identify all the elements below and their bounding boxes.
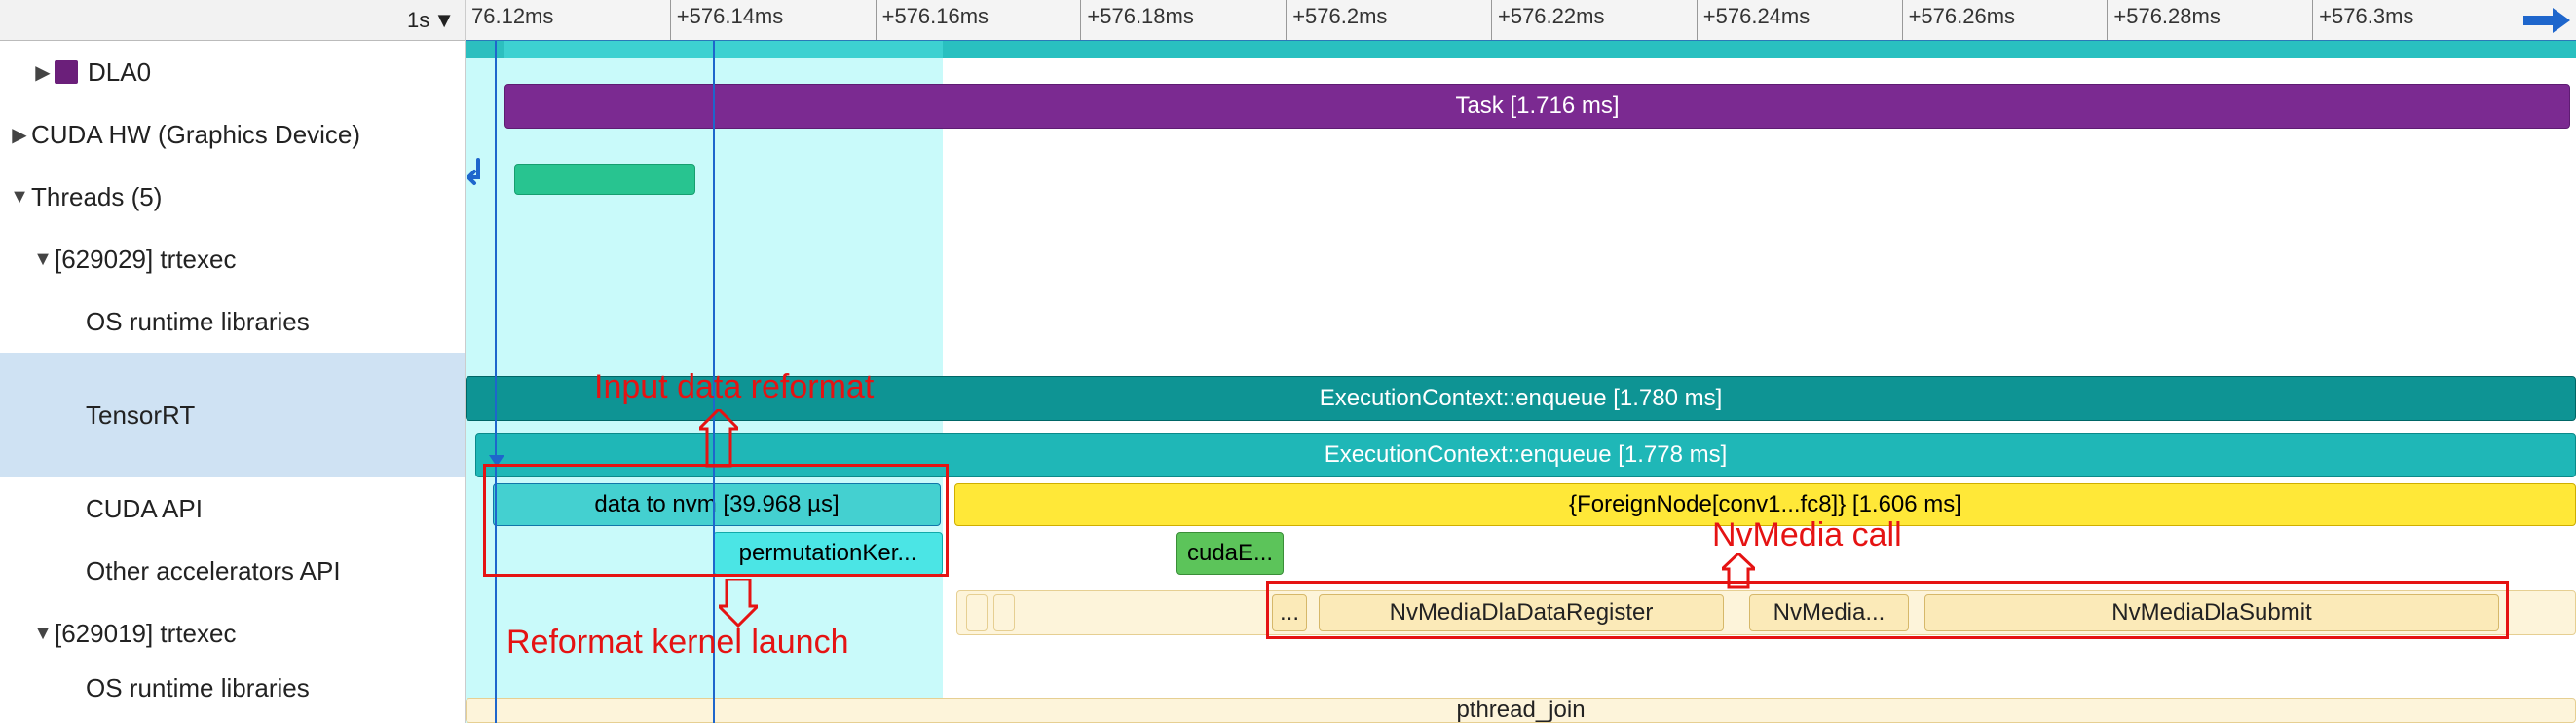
caret-down-icon: ▼ [31,623,55,645]
tree: ▶ DLA0 ▶ CUDA HW (Graphics Device) ▼ Thr… [0,41,465,723]
bar-label: NvMediaDlaDataRegister [1390,599,1654,627]
time-scale-dropdown[interactable]: 1s ▼ [407,8,455,33]
time-ruler[interactable]: 76.12ms +576.14ms +576.16ms +576.18ms +5… [466,0,2576,41]
bar-enqueue-outer[interactable]: ExecutionContext::enqueue [1.780 ms] [466,376,2576,421]
tick-label: +576.2ms [1292,4,1387,29]
tick-label: +576.16ms [882,4,989,29]
tree-row-os-runtime-2[interactable]: ▶ OS runtime libraries [0,665,465,711]
bar-accel-stub-1[interactable] [966,594,988,631]
sidebar-topbar: 1s ▼ [0,0,465,41]
tree-row-threads[interactable]: ▼ Threads (5) [0,166,465,228]
tick-label: +576.3ms [2319,4,2413,29]
tick-label: +576.24ms [1703,4,1810,29]
bar-cuda-event[interactable]: cudaE... [1176,532,1284,575]
tree-row-other-accel[interactable]: ▶ Other accelerators API [0,540,465,602]
tree-label: Other accelerators API [86,556,341,587]
bar-nvmedia-submit[interactable]: NvMediaDlaSubmit [1924,594,2499,631]
bar-label: data to nvm [39.968 µs] [594,491,839,518]
bar-label: NvMediaDlaSubmit [2111,599,2311,627]
caret-down-icon: ▼ [8,186,31,209]
triangle-marker-icon [489,446,504,474]
bar-label: Task [1.716 ms] [1455,93,1619,120]
tree-row-os-runtime[interactable]: ▶ OS runtime libraries [0,290,465,353]
tree-label: DLA0 [88,57,151,88]
bar-accel-stub-2[interactable] [993,594,1015,631]
bar-data-to-nvm[interactable]: data to nvm [39.968 µs] [493,483,941,526]
bar-label: NvMedia... [1773,599,1885,627]
tree-row-proc-629019[interactable]: ▼ [629019] trtexec [0,602,465,665]
tick-label: +576.14ms [677,4,783,29]
tree-label: CUDA HW (Graphics Device) [31,120,360,150]
sidebar: 1s ▼ ▶ DLA0 ▶ CUDA HW (Graphics Device) … [0,0,466,723]
bar-label: permutationKer... [739,540,917,567]
tree-label: CUDA API [86,494,203,524]
bar-label: ExecutionContext::enqueue [1.780 ms] [1320,385,1723,412]
return-arrow-icon [466,158,485,189]
bar-nvmedia-register[interactable]: NvMediaDlaDataRegister [1319,594,1724,631]
tick-label: +576.26ms [1909,4,2015,29]
tree-row-cuda-hw[interactable]: ▶ CUDA HW (Graphics Device) [0,103,465,166]
color-swatch [55,60,78,84]
caret-down-icon: ▼ [31,248,55,271]
time-scale-label: 1s [407,8,429,33]
cursor-line-end[interactable] [713,41,715,723]
bar-pthread-join[interactable]: pthread_join [466,698,2576,723]
bar-label: ... [1280,599,1299,627]
tree-label: OS runtime libraries [86,307,310,337]
cursor-line-start[interactable] [495,41,497,723]
tree-row-tensorrt[interactable]: ▶ TensorRT [0,353,465,477]
tree-label: TensorRT [86,400,195,431]
bar-label: ExecutionContext::enqueue [1.778 ms] [1325,441,1728,469]
arrow-up-icon [1722,553,1755,595]
bar-foreign-node[interactable]: {ForeignNode[conv1...fc8]} [1.606 ms] [954,483,2576,526]
bar-label: {ForeignNode[conv1...fc8]} [1.606 ms] [1569,491,1961,518]
tree-label: Threads (5) [31,182,162,212]
bar-enqueue-inner[interactable]: ExecutionContext::enqueue [1.778 ms] [475,433,2576,477]
bar-label: cudaE... [1187,540,1273,567]
bar-permutation-kernel[interactable]: permutationKer... [713,532,943,575]
tree-label: [629019] trtexec [55,619,236,649]
bar-task[interactable]: Task [1.716 ms] [504,84,2570,129]
tree-row-dla0[interactable]: ▶ DLA0 [0,41,465,103]
bar-accel-ellipsis[interactable]: ... [1272,594,1307,631]
tick-label: +576.18ms [1087,4,1193,29]
caret-right-icon: ▶ [8,123,31,147]
scroll-right-arrow-icon[interactable] [2518,0,2576,41]
tree-row-cuda-api[interactable]: ▶ CUDA API [0,477,465,540]
bar-kernel-exec[interactable] [514,164,695,195]
tree-row-proc-629029[interactable]: ▼ [629029] trtexec [0,228,465,290]
caret-right-icon: ▶ [31,60,55,85]
tick-label: +576.22ms [1498,4,1604,29]
bar-nvmedia-short[interactable]: NvMedia... [1749,594,1909,631]
ruler-ticks: 76.12ms +576.14ms +576.16ms +576.18ms +5… [466,0,2518,40]
tree-label: [629029] trtexec [55,245,236,275]
bar-label: pthread_join [1456,698,1585,723]
timeline[interactable]: 76.12ms +576.14ms +576.16ms +576.18ms +5… [466,0,2576,723]
chevron-down-icon: ▼ [433,8,455,33]
tick-label: +576.28ms [2113,4,2220,29]
tick-label: 76.12ms [471,4,553,29]
tree-label: OS runtime libraries [86,673,310,704]
